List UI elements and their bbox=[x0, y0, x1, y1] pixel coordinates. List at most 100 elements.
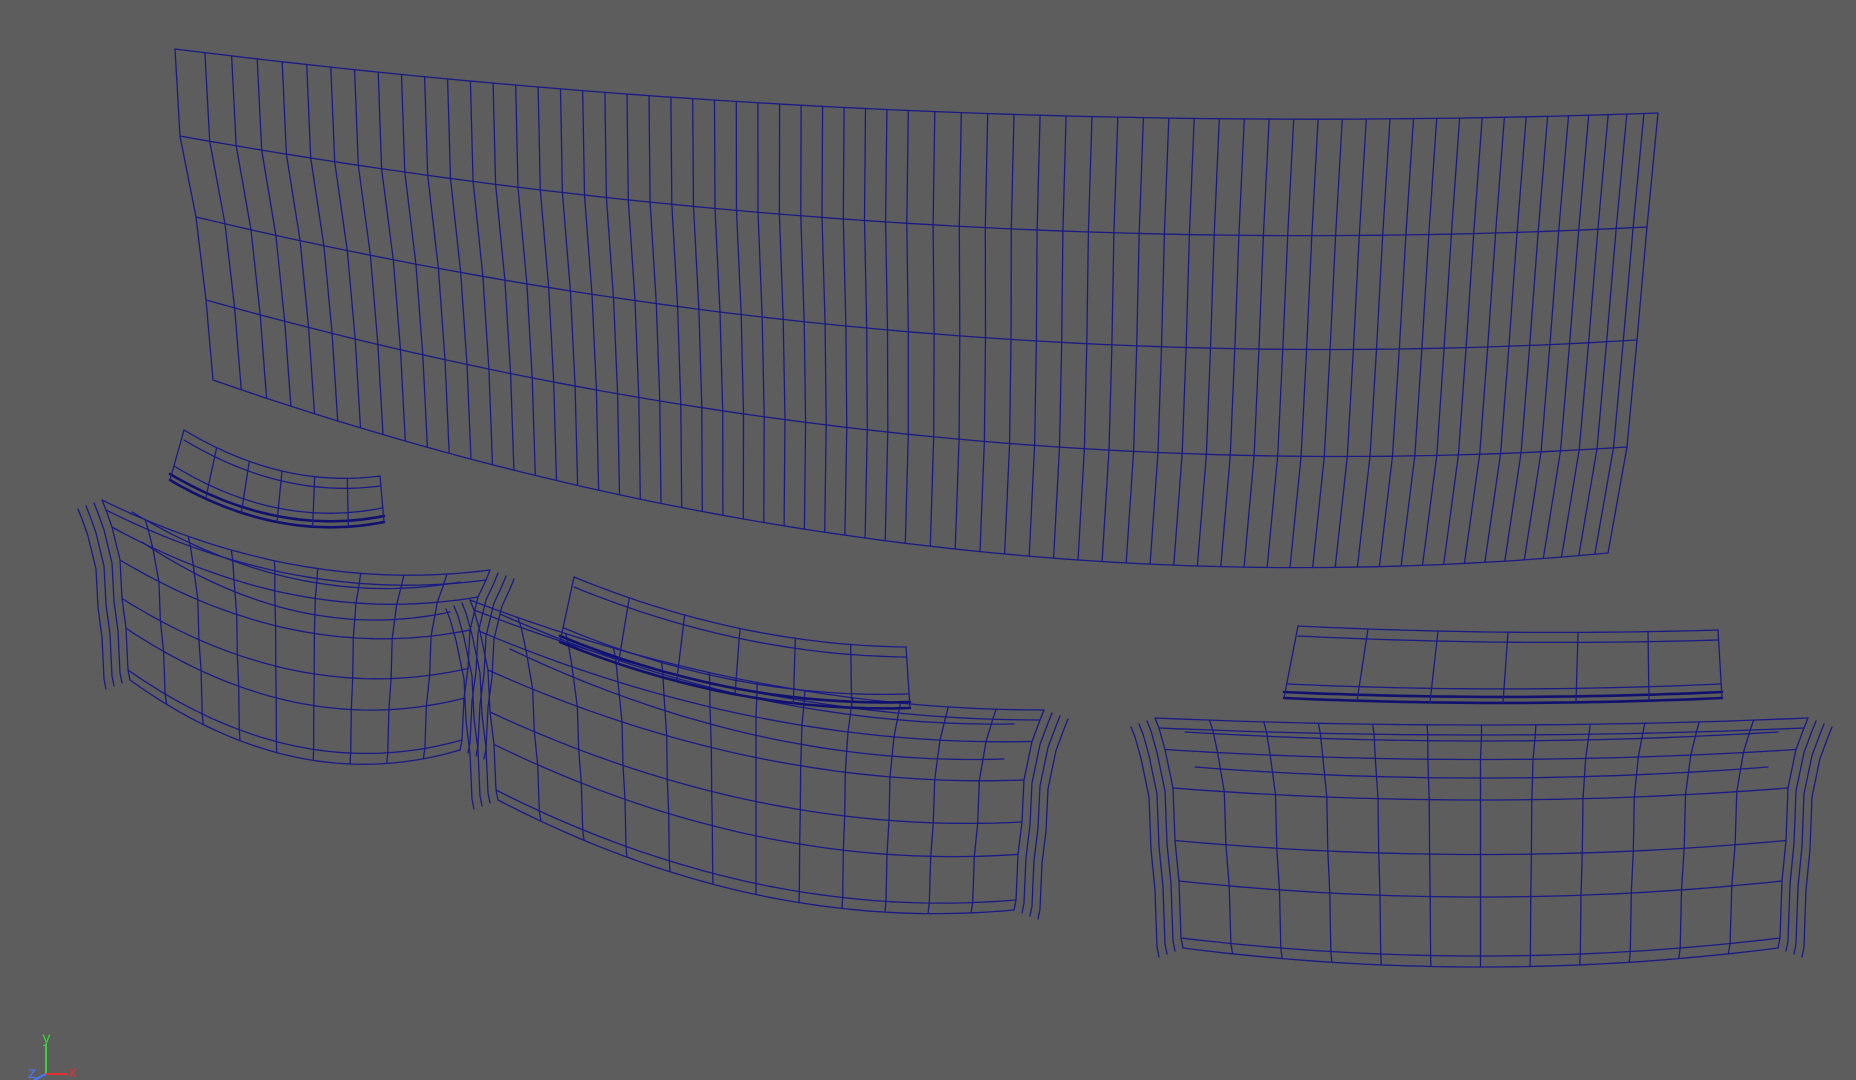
bench-rail bbox=[125, 627, 465, 711]
bench-segment-line bbox=[1426, 724, 1432, 968]
wall-column-line bbox=[1028, 114, 1041, 557]
wall-column-line bbox=[904, 109, 909, 544]
bench-end-cap bbox=[475, 575, 507, 757]
wall-column-line bbox=[1101, 116, 1119, 563]
wall-column-line bbox=[735, 100, 745, 520]
bench-segment-line bbox=[273, 560, 278, 754]
backrest-segment-line bbox=[617, 597, 630, 665]
bench-rail bbox=[129, 679, 461, 765]
wall-column-line bbox=[626, 93, 641, 500]
bench-segment-line bbox=[1678, 721, 1700, 960]
wall-column-line bbox=[1560, 113, 1609, 558]
wall-column-line bbox=[954, 111, 962, 550]
backrest-segment-line bbox=[276, 470, 283, 523]
bench-segment-line bbox=[101, 499, 131, 681]
wall-column-line bbox=[1421, 117, 1461, 566]
wall-column-line bbox=[1149, 117, 1170, 565]
bench-segment-line bbox=[386, 574, 405, 765]
wall-column-line bbox=[353, 69, 384, 436]
backrest-segment-line bbox=[559, 576, 575, 643]
bench-seat-rail bbox=[1194, 766, 1769, 779]
wall-column-line bbox=[559, 88, 579, 487]
wall-column-line bbox=[604, 91, 621, 496]
wall-column-line bbox=[884, 108, 889, 542]
wall-row-line bbox=[179, 135, 1648, 237]
axis-y-label: y bbox=[42, 1029, 51, 1047]
bench-end-cap bbox=[461, 602, 491, 804]
bench-end-cap bbox=[1130, 726, 1160, 958]
wall-column-line bbox=[1484, 116, 1527, 563]
wall-column-line bbox=[979, 112, 989, 553]
bench-end-cap bbox=[1801, 726, 1833, 958]
bench-segment-line bbox=[1579, 723, 1591, 966]
wall-column-line bbox=[1504, 115, 1549, 562]
wall-column-line bbox=[1077, 115, 1093, 561]
backrest-segment-line bbox=[169, 429, 185, 481]
wall-column-line bbox=[1173, 117, 1195, 566]
backrest-top-rail bbox=[1297, 625, 1719, 634]
backrest-segment-line bbox=[1283, 625, 1299, 699]
bench-segment-line bbox=[927, 706, 949, 915]
wall-column-line bbox=[469, 80, 494, 466]
wall-column-line bbox=[929, 110, 936, 547]
bench-segment-line bbox=[1208, 719, 1234, 955]
wall-column-line bbox=[204, 52, 242, 391]
seating-module-center[interactable] bbox=[445, 576, 1069, 920]
axis-x-label: x bbox=[68, 1063, 77, 1080]
wall-column-line bbox=[1220, 118, 1245, 568]
curved-wall-panel[interactable] bbox=[174, 48, 1659, 569]
wireframe-scene[interactable]: y x z bbox=[0, 0, 1856, 1080]
wall-column-line bbox=[1052, 115, 1067, 559]
wall-column-line bbox=[757, 102, 765, 524]
wall-column-line bbox=[1378, 117, 1415, 568]
wall-column-line bbox=[377, 71, 406, 442]
wall-column-line bbox=[1523, 115, 1570, 561]
wall-column-line bbox=[842, 106, 848, 536]
bench-segment-line bbox=[755, 681, 758, 896]
bench-segment-line bbox=[1372, 723, 1382, 966]
wall-column-line bbox=[692, 98, 703, 513]
bench-rail bbox=[1154, 717, 1809, 726]
bench-end-cap bbox=[483, 578, 515, 760]
bench-segment-line bbox=[970, 708, 997, 914]
wall-column-line bbox=[1443, 117, 1483, 566]
bench-segment-line bbox=[798, 690, 806, 904]
bench-segment-line bbox=[144, 518, 168, 706]
wall-column-line bbox=[537, 86, 558, 482]
wall-column-line bbox=[778, 103, 786, 527]
wall-column-line bbox=[821, 105, 827, 533]
3d-viewport[interactable]: y x z bbox=[0, 0, 1856, 1080]
wall-column-line bbox=[582, 89, 600, 491]
wall-column-line bbox=[492, 82, 515, 471]
wall-column-line bbox=[1243, 118, 1270, 568]
backrest-segment-line bbox=[1356, 628, 1369, 702]
wall-column-line bbox=[1125, 117, 1145, 564]
wall-column-line bbox=[1003, 113, 1015, 555]
wall-column-line bbox=[1289, 118, 1319, 569]
bench-segment-line bbox=[312, 567, 319, 762]
wall-column-line bbox=[400, 73, 429, 448]
backrest-segment-line bbox=[1717, 629, 1723, 699]
bench-segment-line bbox=[1263, 721, 1283, 960]
bench-segment-line bbox=[469, 599, 499, 801]
bench-segment-line bbox=[1727, 719, 1755, 955]
bench-rail bbox=[105, 509, 487, 586]
wall-column-line bbox=[648, 94, 662, 505]
backrest-segment-line bbox=[312, 476, 316, 528]
bench-rail bbox=[111, 526, 479, 605]
bench-segment-line bbox=[1317, 722, 1333, 963]
seating-module-left[interactable] bbox=[77, 429, 515, 765]
axis-z-label: z bbox=[28, 1064, 36, 1080]
wall-column-line bbox=[1266, 118, 1295, 569]
bench-segment-line bbox=[708, 671, 714, 885]
bench-segment-line bbox=[1628, 722, 1646, 963]
bench-end-cap bbox=[77, 508, 107, 690]
axis-gizmo: y x z bbox=[28, 1029, 77, 1080]
bench-segment-line bbox=[565, 632, 585, 841]
wall-column-line bbox=[1334, 118, 1367, 569]
wall-column-line bbox=[1607, 112, 1659, 554]
bench-segment-line bbox=[884, 702, 902, 913]
bench-end-cap bbox=[1138, 723, 1168, 955]
bench-segment-line bbox=[660, 660, 671, 873]
seating-module-right[interactable] bbox=[1130, 625, 1833, 968]
